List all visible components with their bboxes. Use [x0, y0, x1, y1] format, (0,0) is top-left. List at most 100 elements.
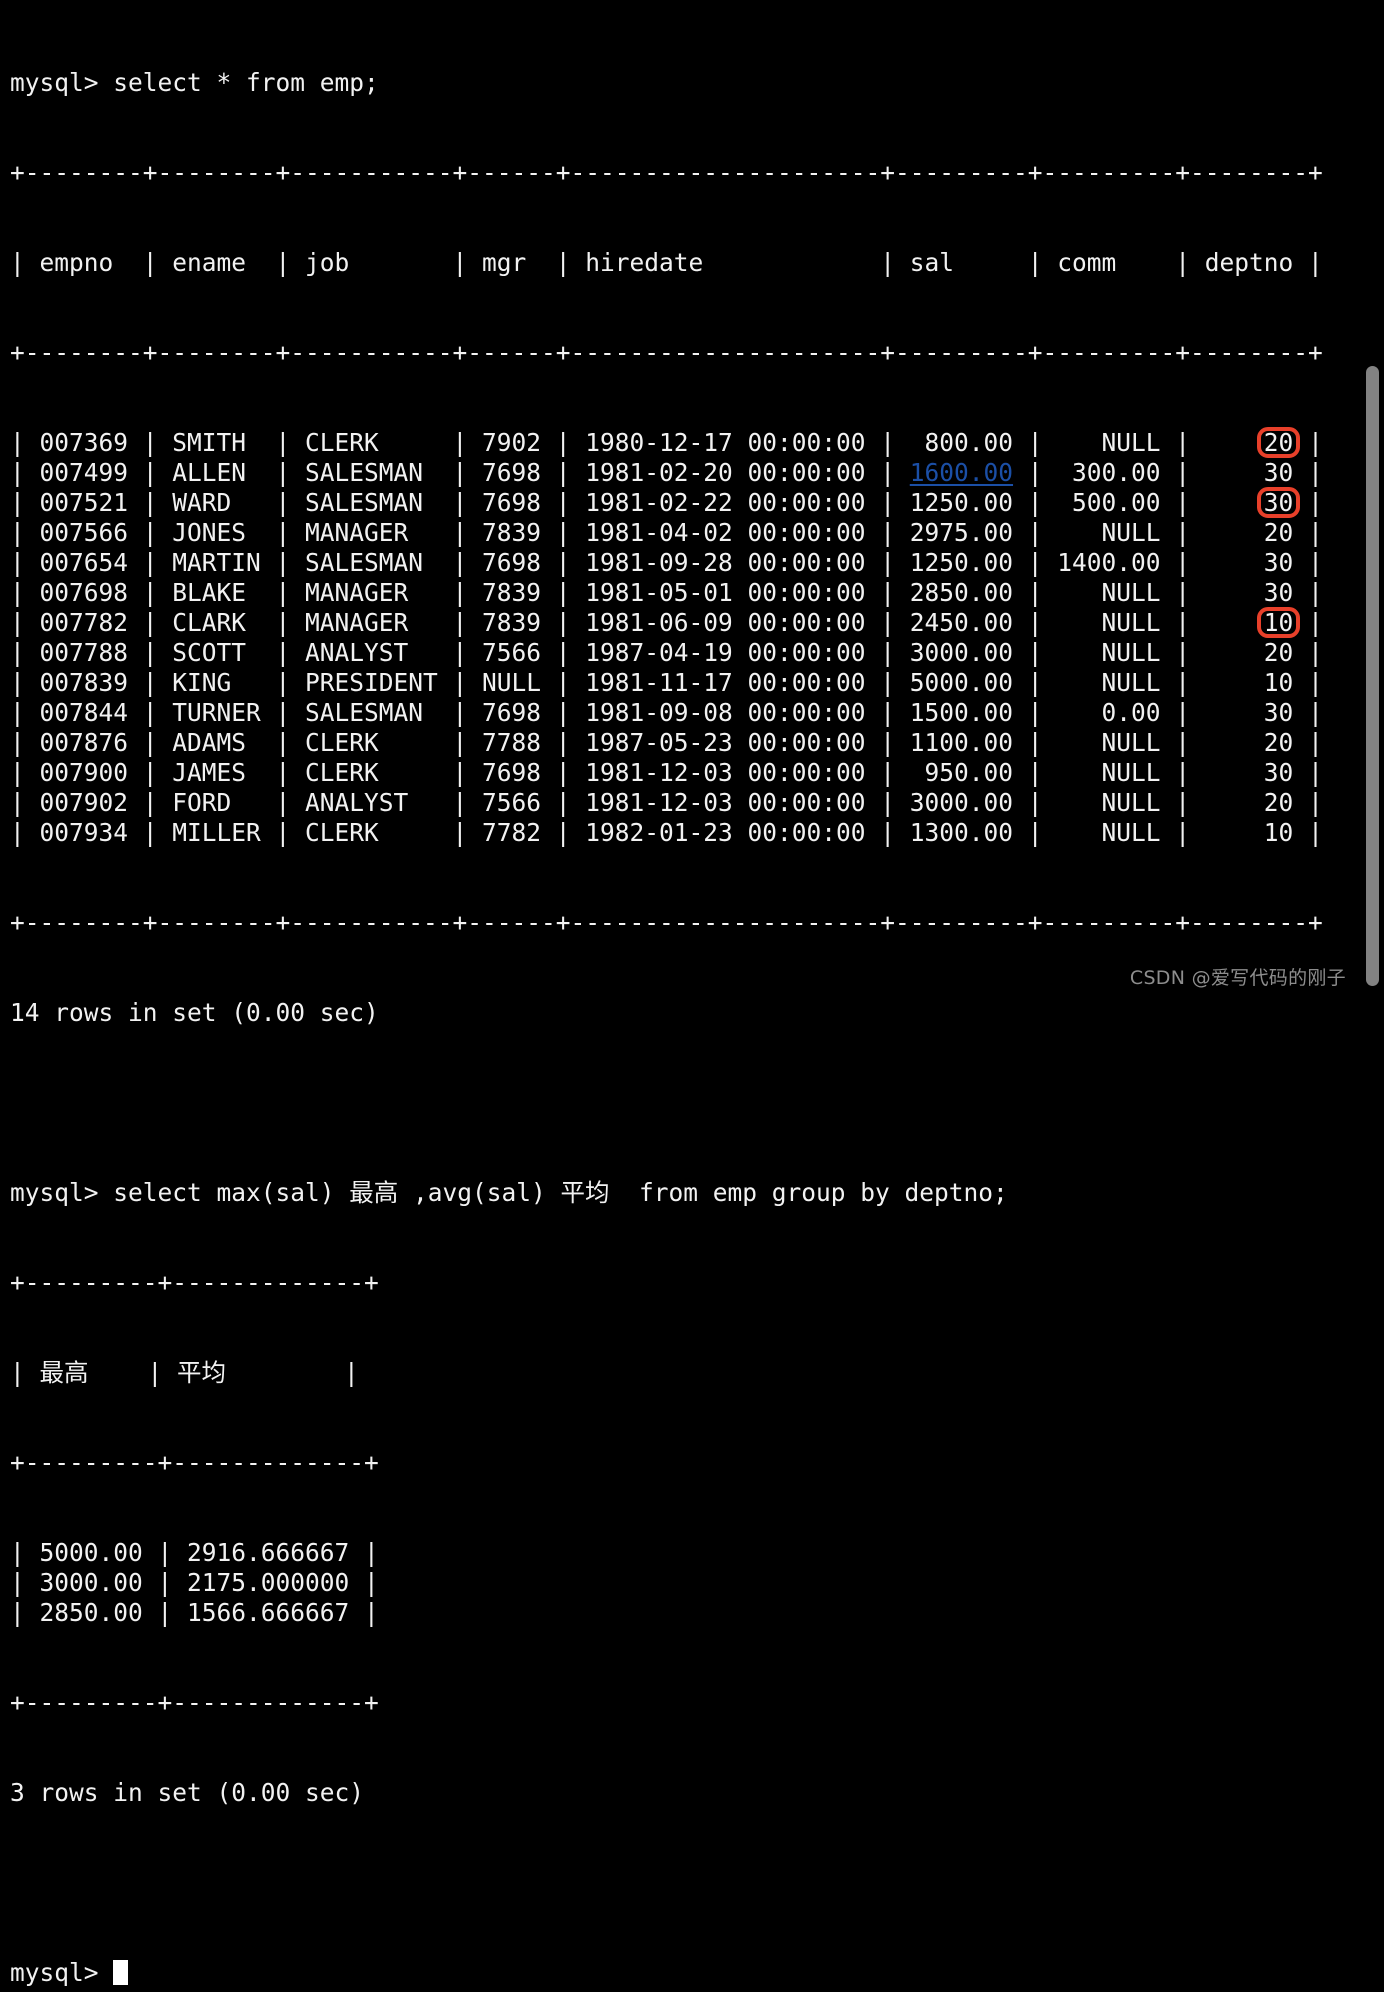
table2-status: 3 rows in set (0.00 sec) — [10, 1778, 365, 1807]
active-prompt-line[interactable]: mysql> — [10, 1958, 1384, 1988]
row-end-pipe: | — [1293, 698, 1323, 727]
table-row: | 007566 | JONES | MANAGER | 7839 | 1981… — [10, 518, 1384, 548]
cell-deptno: 20 — [1263, 518, 1294, 547]
cell-deptno: 30 — [1263, 698, 1294, 727]
scrollbar-track[interactable] — [1362, 0, 1384, 996]
row-end-pipe: | — [1293, 458, 1323, 487]
cell-deptno: 30 — [1263, 578, 1294, 607]
cell-deptno: 20 — [1263, 728, 1294, 757]
row-cells-left: | 007521 | WARD | SALESMAN | 7698 | 1981… — [10, 488, 910, 517]
prompt-text: mysql> — [10, 1958, 114, 1987]
table-row: | 007876 | ADAMS | CLERK | 7788 | 1987-0… — [10, 728, 1384, 758]
row-end-pipe: | — [1293, 818, 1323, 847]
table2-top-separator: +---------+-------------+ — [10, 1268, 379, 1297]
command-line-2: mysql> select max(sal) 最高 ,avg(sal) 平均 f… — [10, 1178, 1008, 1207]
table-row: | 007698 | BLAKE | MANAGER | 7839 | 1981… — [10, 578, 1384, 608]
cell-sal: 800.00 — [909, 428, 1014, 457]
row-end-pipe: | — [1293, 788, 1323, 817]
table1-header-row: | empno | ename | job | mgr | hiredate |… — [10, 248, 1323, 277]
table-row: | 007369 | SMITH | CLERK | 7902 | 1980-1… — [10, 428, 1384, 458]
row-end-pipe: | — [1293, 728, 1323, 757]
cell-comm: | NULL | — [1013, 518, 1264, 547]
cell-sal: 2975.00 — [909, 518, 1014, 547]
cell-deptno: 30 — [1263, 458, 1294, 487]
cell-sal: 3000.00 — [909, 788, 1014, 817]
table-row: | 007521 | WARD | SALESMAN | 7698 | 1981… — [10, 488, 1384, 518]
cell-sal[interactable]: 1600.00 — [910, 458, 1013, 487]
row-cells-left: | 007782 | CLARK | MANAGER | 7839 | 1981… — [10, 608, 910, 637]
row-cells-left: | 007902 | FORD | ANALYST | 7566 | 1981-… — [10, 788, 910, 817]
row-cells-left: | 007499 | ALLEN | SALESMAN | 7698 | 198… — [10, 458, 910, 487]
scrollbar-thumb[interactable] — [1366, 366, 1379, 986]
row-cells-left: | 007698 | BLAKE | MANAGER | 7839 | 1981… — [10, 578, 910, 607]
cell-comm: | NULL | — [1013, 818, 1264, 847]
cell-comm: | NULL | — [1013, 728, 1264, 757]
cell-deptno: 10 — [1263, 608, 1294, 637]
table1-status: 14 rows in set (0.00 sec) — [10, 998, 379, 1027]
table1-bottom-separator: +--------+--------+-----------+------+--… — [10, 908, 1323, 937]
row-cells-left: | 007654 | MARTIN | SALESMAN | 7698 | 19… — [10, 548, 910, 577]
row-cells-left: | 007876 | ADAMS | CLERK | 7788 | 1987-0… — [10, 728, 910, 757]
cell-sal: 1250.00 — [909, 548, 1014, 577]
cell-deptno: 20 — [1263, 428, 1294, 457]
cell-deptno: 10 — [1263, 818, 1294, 847]
table-row: | 007900 | JAMES | CLERK | 7698 | 1981-1… — [10, 758, 1384, 788]
cell-comm: | NULL | — [1013, 758, 1264, 787]
table1-body: | 007369 | SMITH | CLERK | 7902 | 1980-1… — [10, 428, 1384, 848]
row-cells-left: | 007900 | JAMES | CLERK | 7698 | 1981-1… — [10, 758, 910, 787]
table-row: | 007844 | TURNER | SALESMAN | 7698 | 19… — [10, 698, 1384, 728]
row-cells-left: | 007844 | TURNER | SALESMAN | 7698 | 19… — [10, 698, 910, 727]
table-row: | 007902 | FORD | ANALYST | 7566 | 1981-… — [10, 788, 1384, 818]
table-row: | 007499 | ALLEN | SALESMAN | 7698 | 198… — [10, 458, 1384, 488]
table2-body: | 5000.00 | 2916.666667 | | 3000.00 | 217… — [10, 1538, 1384, 1628]
row-cells-left: | 007369 | SMITH | CLERK | 7902 | 1980-1… — [10, 428, 910, 457]
row-cells-left: | 007566 | JONES | MANAGER | 7839 | 1981… — [10, 518, 910, 547]
cell-comm: | NULL | — [1013, 578, 1264, 607]
row-cells-left: | 007839 | KING | PRESIDENT | NULL | 198… — [10, 668, 910, 697]
table1-header-separator: +--------+--------+-----------+------+--… — [10, 338, 1323, 367]
table-row: | 007934 | MILLER | CLERK | 7782 | 1982-… — [10, 818, 1384, 848]
cell-sal: 5000.00 — [909, 668, 1014, 697]
table-row: | 007788 | SCOTT | ANALYST | 7566 | 1987… — [10, 638, 1384, 668]
cell-deptno: 30 — [1263, 488, 1294, 517]
text-cursor — [113, 1960, 129, 1985]
cell-sal: 1300.00 — [909, 818, 1014, 847]
row-end-pipe: | — [1293, 518, 1323, 547]
table-row: | 007839 | KING | PRESIDENT | NULL | 198… — [10, 668, 1384, 698]
row-end-pipe: | — [1293, 638, 1323, 667]
cell-deptno: 20 — [1263, 788, 1294, 817]
row-end-pipe: | — [1293, 668, 1323, 697]
cell-comm: | 0.00 | — [1013, 698, 1264, 727]
row-end-pipe: | — [1293, 548, 1323, 577]
row-end-pipe: | — [1293, 758, 1323, 787]
cell-comm: | 1400.00 | — [1013, 548, 1264, 577]
cell-deptno: 10 — [1263, 668, 1294, 697]
terminal-window[interactable]: mysql> select * from emp; +--------+----… — [0, 0, 1384, 1987]
cell-sal: 1250.00 — [909, 488, 1014, 517]
cell-sal: 2450.00 — [909, 608, 1014, 637]
cell-comm: | 300.00 | — [1013, 458, 1264, 487]
table2-header-row: | 最高 | 平均 | — [10, 1358, 359, 1387]
row-cells-left: | 007934 | MILLER | CLERK | 7782 | 1982-… — [10, 818, 910, 847]
table2-header-separator: +---------+-------------+ — [10, 1448, 379, 1477]
table2-bottom-separator: +---------+-------------+ — [10, 1688, 379, 1717]
cell-sal: 2850.00 — [909, 578, 1014, 607]
cell-comm: | NULL | — [1013, 428, 1264, 457]
table1-top-separator: +--------+--------+-----------+------+--… — [10, 158, 1323, 187]
cell-deptno: 20 — [1263, 638, 1294, 667]
cell-sal: 1100.00 — [909, 728, 1014, 757]
table-row: | 007782 | CLARK | MANAGER | 7839 | 1981… — [10, 608, 1384, 638]
row-end-pipe: | — [1293, 488, 1323, 517]
cell-comm: | NULL | — [1013, 608, 1264, 637]
table-row: | 5000.00 | 2916.666667 | — [10, 1538, 379, 1567]
table-row: | 3000.00 | 2175.000000 | — [10, 1568, 379, 1597]
row-end-pipe: | — [1293, 578, 1323, 607]
cell-comm: | 500.00 | — [1013, 488, 1264, 517]
table-row: | 2850.00 | 1566.666667 | — [10, 1598, 379, 1627]
cell-sal: 1500.00 — [909, 698, 1014, 727]
cell-comm: | NULL | — [1013, 638, 1264, 667]
row-end-pipe: | — [1293, 608, 1323, 637]
cell-comm: | NULL | — [1013, 668, 1264, 697]
